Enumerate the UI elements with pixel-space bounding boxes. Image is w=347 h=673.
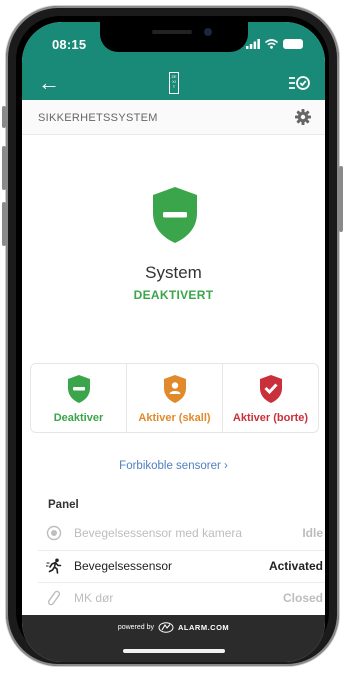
checklist-icon[interactable] xyxy=(287,72,311,94)
battery-icon xyxy=(283,38,303,49)
signal-icon xyxy=(246,38,260,49)
status-bar: 08:15 ➚ xyxy=(22,22,325,68)
disarm-label: Deaktiver xyxy=(53,412,104,424)
screen: 08:15 ➚ ← ZEXIT xyxy=(22,22,325,662)
powered-by-text: powered by xyxy=(117,624,155,631)
back-arrow-icon[interactable]: ← xyxy=(38,70,60,96)
volume-down-button xyxy=(2,202,6,246)
disarm-shield-icon xyxy=(67,375,90,403)
arm-stay-label: Aktiver (skall) xyxy=(138,412,211,424)
clock: 08:15 xyxy=(52,37,87,52)
footer: powered by ALARM.COM xyxy=(22,615,325,662)
sensor-name: Bevegelsessensor med kamera xyxy=(74,526,243,540)
arm-away-shield-icon xyxy=(259,375,282,403)
home-indicator[interactable] xyxy=(123,649,225,653)
bypass-sensors-link[interactable]: Forbikoble sensorer › xyxy=(22,460,325,472)
brand-logo-text: ZEXIT xyxy=(171,74,177,89)
running-person-icon xyxy=(46,558,62,574)
notch xyxy=(100,22,248,52)
sensor-status: Activated xyxy=(268,559,323,573)
door-contact-icon xyxy=(47,590,61,606)
sensor-status: Idle xyxy=(302,526,323,540)
volume-up-button xyxy=(2,146,6,190)
brand-logo: ZEXIT xyxy=(169,72,179,94)
arm-stay-shield-icon xyxy=(163,375,186,403)
arm-stay-button[interactable]: Aktiver (skall) xyxy=(127,364,223,432)
section-header: SIKKERHETSSYSTEM xyxy=(22,100,325,135)
sensor-row[interactable]: Bevegelsessensor Activated xyxy=(38,550,325,581)
gear-icon[interactable] xyxy=(295,109,311,125)
front-camera xyxy=(204,28,212,36)
wifi-icon xyxy=(265,38,278,49)
system-shield-icon xyxy=(153,187,197,243)
arm-away-button[interactable]: Aktiver (borte) xyxy=(223,364,318,432)
power-button xyxy=(339,166,343,232)
alarm-com-logo-icon xyxy=(158,622,174,633)
sensor-row[interactable]: Bevegelsessensor med kamera Idle xyxy=(38,518,325,548)
app-bar: ← ZEXIT xyxy=(22,68,325,100)
section-title: SIKKERHETSSYSTEM xyxy=(38,112,158,124)
panel-title: Panel xyxy=(48,499,79,511)
powered-by: powered by ALARM.COM xyxy=(22,622,325,633)
system-state: DEAKTIVERT xyxy=(133,288,214,302)
alarm-com-brand: ALARM.COM xyxy=(178,623,230,632)
sensor-row[interactable]: MK dør Closed xyxy=(38,582,325,613)
system-name: System xyxy=(145,263,202,282)
sensor-name: MK dør xyxy=(74,591,114,605)
disarm-button[interactable]: Deaktiver xyxy=(31,364,127,432)
arm-away-label: Aktiver (borte) xyxy=(232,412,309,424)
speaker xyxy=(152,30,192,34)
mute-switch xyxy=(2,106,6,128)
sensor-status: Closed xyxy=(282,591,323,605)
arm-button-group: Deaktiver Aktiver (skall) Aktiver (borte… xyxy=(30,363,319,433)
sensor-name: Bevegelsessensor xyxy=(74,559,173,573)
camera-motion-icon xyxy=(46,525,62,541)
